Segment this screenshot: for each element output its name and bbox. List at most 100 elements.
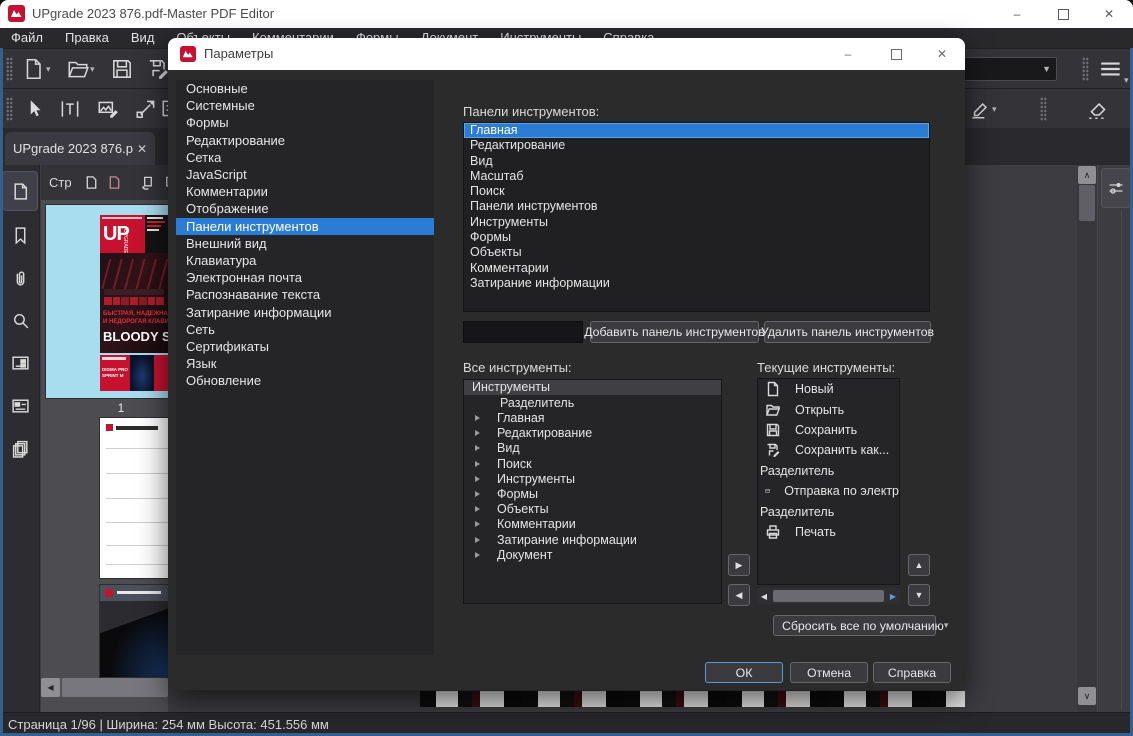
category-email[interactable]: Электронная почта (176, 269, 434, 286)
toolbar-item[interactable]: Главная (464, 123, 929, 139)
toolbar-grip[interactable] (6, 57, 13, 81)
tree-item[interactable]: Объекты (464, 502, 721, 517)
current-tool-item[interactable]: Сохранить как... (758, 440, 899, 460)
category-display[interactable]: Отображение (176, 200, 434, 217)
move-left-button[interactable]: ◀ (728, 584, 750, 606)
tree-item[interactable]: Редактирование (464, 426, 721, 441)
tree-item[interactable]: Вид (464, 441, 721, 456)
category-forms[interactable]: Формы (176, 114, 434, 131)
toolbar-item[interactable]: Объекты (464, 245, 929, 260)
expander-icon[interactable] (475, 415, 480, 422)
zoom-combo[interactable]: ▼ (963, 57, 1057, 81)
insert-page-icon[interactable] (84, 175, 99, 190)
tree-item[interactable]: Разделитель (464, 395, 721, 410)
dialog-maximize-button[interactable] (876, 40, 916, 68)
toolbar-item[interactable]: Комментарии (464, 261, 929, 276)
category-comments[interactable]: Комментарии (176, 183, 434, 200)
properties-toggle-button[interactable] (1101, 168, 1131, 208)
minimize-button[interactable]: – (994, 0, 1040, 28)
pages-panel-button[interactable] (2, 171, 38, 211)
edit-text-tool-button[interactable] (58, 97, 82, 121)
current-tools-hscrollbar[interactable]: ◀ ▶ (757, 588, 900, 604)
new-toolbar-name-input[interactable] (463, 321, 583, 343)
save-as-button[interactable] (146, 57, 170, 81)
tree-item[interactable]: Главная (464, 410, 721, 425)
expander-icon[interactable] (475, 506, 480, 513)
dialog-close-button[interactable]: ✕ (922, 40, 962, 68)
tree-root-item[interactable]: Инструменты (464, 380, 721, 396)
reset-defaults-button[interactable]: Сбросить все по умолчанию ▾ (773, 615, 948, 636)
chevron-down-icon[interactable]: ▾ (46, 64, 51, 75)
ok-button[interactable]: ОК (705, 662, 783, 683)
category-grid[interactable]: Сетка (176, 149, 434, 166)
chevron-down-icon[interactable]: ▾ (1124, 75, 1129, 86)
edit-image-tool-button[interactable] (96, 97, 120, 121)
toolbar-item[interactable]: Масштаб (464, 169, 929, 184)
current-tool-item[interactable]: Открыть (758, 399, 899, 419)
current-tool-item[interactable]: Печать (758, 522, 899, 542)
bookmarks-panel-button[interactable] (2, 215, 38, 255)
expander-icon[interactable] (475, 475, 480, 482)
category-certificates[interactable]: Сертификаты (176, 338, 434, 355)
toolbar-item[interactable]: Затирание информации (464, 276, 929, 291)
toolbar-item[interactable]: Панели инструментов (464, 199, 929, 214)
chevron-down-icon[interactable]: ▾ (992, 104, 997, 115)
expander-icon[interactable] (475, 521, 480, 528)
edit-path-tool-button[interactable] (134, 97, 158, 121)
menu-edit[interactable]: Правка (54, 28, 120, 48)
current-tool-item[interactable]: Новый (758, 379, 899, 399)
scroll-down-button[interactable]: ∨ (1078, 687, 1096, 705)
eraser-tool-button[interactable] (1086, 97, 1110, 121)
category-appearance[interactable]: Внешний вид (176, 235, 434, 252)
tree-item[interactable]: Инструменты (464, 471, 721, 486)
signature-panel-button[interactable] (2, 385, 38, 425)
new-document-button[interactable]: ▾ (22, 57, 51, 81)
page-thumbnail-1[interactable]: UP UPGRADE БЫСТРАЯ, НАДЕЖНАЯ И НЕДОРОГАЯ… (46, 205, 168, 398)
move-right-button[interactable]: ▶ (728, 554, 750, 576)
hscroll-thumb[interactable] (62, 678, 168, 697)
move-up-button[interactable]: ▲ (908, 554, 930, 576)
tree-item[interactable]: Документ (464, 547, 721, 562)
form-fields-panel-button[interactable] (2, 342, 38, 382)
hscroll-thumb[interactable] (773, 590, 884, 602)
remove-toolbar-button[interactable]: Удалить панель инструментов (761, 321, 934, 343)
category-general[interactable]: Основные (176, 80, 434, 97)
menu-file[interactable]: Файл (0, 28, 54, 48)
expander-icon[interactable] (475, 491, 480, 498)
help-button[interactable]: Справка (873, 662, 951, 683)
page-thumbnail-2[interactable]: 2 (100, 418, 168, 578)
expander-icon[interactable] (475, 536, 480, 543)
attachments-panel-button[interactable] (2, 258, 38, 298)
right-arrow-icon[interactable]: ▶ (886, 592, 900, 601)
toolbar-grip[interactable] (6, 97, 13, 121)
select-tool-button[interactable] (22, 97, 46, 121)
pages-panel-hscrollbar[interactable]: ◀ (41, 678, 168, 697)
category-language[interactable]: Язык (176, 355, 434, 372)
toolbar-item[interactable]: Поиск (464, 184, 929, 199)
left-arrow-icon[interactable]: ◀ (757, 592, 771, 601)
chevron-down-icon[interactable]: ▾ (90, 64, 95, 75)
expander-icon[interactable] (475, 445, 480, 452)
category-editing[interactable]: Редактирование (176, 132, 434, 149)
menu-view[interactable]: Вид (120, 28, 166, 48)
tree-item[interactable]: Комментарии (464, 517, 721, 532)
search-panel-button[interactable] (2, 300, 38, 340)
document-tab[interactable]: UPgrade 2023 876.pdf ✕ (5, 132, 155, 165)
tree-item[interactable]: Формы (464, 486, 721, 501)
cancel-button[interactable]: Отмена (790, 662, 868, 683)
tree-item[interactable]: Поиск (464, 456, 721, 471)
category-redaction[interactable]: Затирание информации (176, 304, 434, 321)
highlighter-tool-button[interactable]: ▾ (968, 97, 997, 121)
current-tool-item[interactable]: Сохранить (758, 420, 899, 440)
category-update[interactable]: Обновление (176, 372, 434, 389)
toolbar-item[interactable]: Инструменты (464, 215, 929, 230)
move-down-button[interactable]: ▼ (908, 584, 930, 606)
close-button[interactable]: ✕ (1086, 0, 1132, 28)
delete-page-icon[interactable] (107, 175, 122, 190)
expander-icon[interactable] (475, 551, 480, 558)
category-system[interactable]: Системные (176, 97, 434, 114)
expander-icon[interactable] (475, 460, 480, 467)
layers-panel-button[interactable] (2, 428, 38, 468)
category-ocr[interactable]: Распознавание текста (176, 286, 434, 303)
tree-item[interactable]: Затирание информации (464, 532, 721, 547)
